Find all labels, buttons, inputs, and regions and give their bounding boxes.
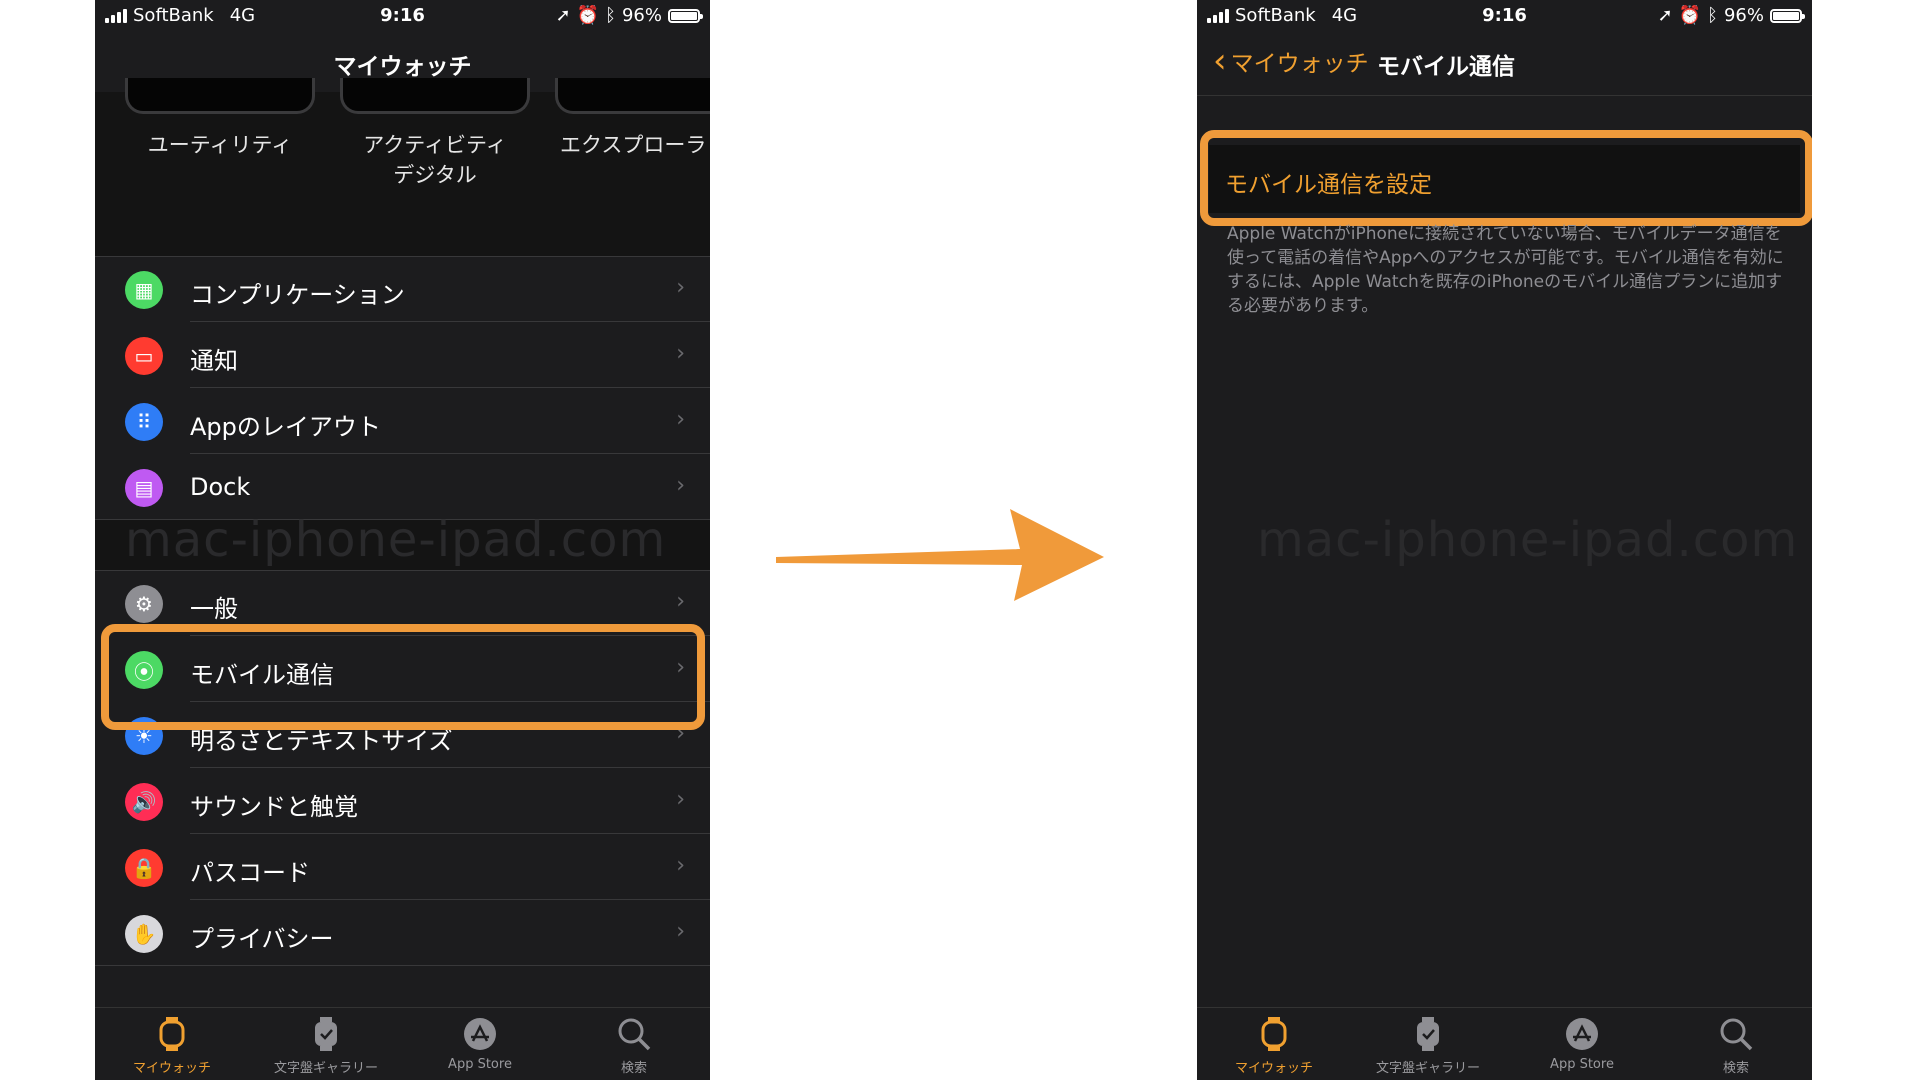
chevron-right-icon: › — [676, 407, 685, 432]
watch-face-thumbnail[interactable] — [555, 78, 710, 114]
status-bar: SoftBank 4G 9:16 ➚ ⏰ ᛒ 96% — [1197, 0, 1812, 30]
watch-icon — [1254, 1014, 1294, 1054]
watermark: mac-iphone-ipad.com — [125, 512, 667, 568]
search-icon — [614, 1014, 654, 1054]
watch-icon — [152, 1014, 192, 1054]
tab-search[interactable]: 検索 — [1661, 1014, 1811, 1076]
menu-row-sounds[interactable]: 🔊 サウンドと触覚 › — [95, 768, 710, 834]
menu-row-dock[interactable]: ▤ Dock › — [95, 454, 710, 520]
chevron-right-icon: › — [676, 341, 685, 366]
bluetooth-icon: ᛒ — [605, 5, 616, 26]
app-store-icon — [460, 1014, 500, 1054]
tab-label: 文字盤ギャラリー — [273, 1061, 378, 1076]
menu-label: Dock — [190, 473, 251, 501]
alarm-icon: ⏰ — [1678, 5, 1702, 26]
tab-bar: マイウォッチ 文字盤ギャラリー App Store 検索 — [95, 1007, 710, 1080]
settings-group-1: ▦ コンプリケーション › ▭ 通知 › ⠿ Appのレイアウト › ▤ Doc… — [95, 256, 710, 520]
menu-label: サウンドと触覚 — [190, 793, 358, 821]
battery-icon — [1770, 8, 1805, 23]
tab-label: マイウォッチ — [1234, 1061, 1313, 1076]
chevron-right-icon: › — [676, 589, 685, 614]
nav-bar: ‹ マイウォッチ モバイル通信 — [1197, 30, 1812, 92]
tab-label: App Store — [1550, 1057, 1614, 1072]
watch-face-gallery-icon — [1408, 1014, 1448, 1054]
menu-row-app-layout[interactable]: ⠿ Appのレイアウト › — [95, 388, 710, 454]
battery-percent: 96% — [621, 5, 662, 26]
group-spacer — [95, 202, 710, 256]
chevron-right-icon: › — [676, 787, 685, 812]
app-store-icon — [1562, 1014, 1602, 1054]
menu-label: パスコード — [190, 859, 310, 887]
app-layout-icon: ⠿ — [125, 403, 163, 441]
right-arrow-icon — [776, 509, 1104, 601]
hand-icon: ✋ — [125, 915, 163, 953]
setup-highlight-box — [1200, 130, 1812, 226]
battery-icon — [668, 8, 703, 23]
battery-percent: 96% — [1723, 5, 1764, 26]
alarm-icon: ⏰ — [576, 5, 600, 26]
watermark: mac-iphone-ipad.com — [1257, 512, 1799, 568]
tab-face-gallery[interactable]: 文字盤ギャラリー — [251, 1014, 401, 1076]
page-title: モバイル通信 — [1377, 54, 1515, 80]
chevron-right-icon: › — [676, 275, 685, 300]
lock-icon: 🔒 — [125, 849, 163, 887]
tab-label: マイウォッチ — [132, 1061, 211, 1076]
chevron-left-icon: ‹ — [1213, 41, 1227, 81]
cellular-highlight-box — [101, 624, 705, 730]
watch-face-strip[interactable]: ユーティリティ アクティビティ デジタル エクスプローラ — [95, 78, 710, 202]
chevron-right-icon: › — [676, 473, 685, 498]
location-icon: ➚ — [555, 5, 571, 26]
search-icon — [1716, 1014, 1756, 1054]
menu-label: 一般 — [190, 595, 238, 623]
tab-label: 検索 — [620, 1061, 647, 1076]
tab-my-watch[interactable]: マイウォッチ — [1199, 1014, 1349, 1076]
sound-icon: 🔊 — [125, 783, 163, 821]
menu-row-passcode[interactable]: 🔒 パスコード › — [95, 834, 710, 900]
tab-my-watch[interactable]: マイウォッチ — [97, 1014, 247, 1076]
tab-app-store[interactable]: App Store — [405, 1014, 555, 1072]
gear-icon: ⚙ — [125, 585, 163, 623]
right-phone-screen: SoftBank 4G 9:16 ➚ ⏰ ᛒ 96% ‹ マイウォッチ モバイル… — [1197, 0, 1812, 1080]
page-title: マイウォッチ — [333, 54, 472, 80]
status-bar: SoftBank 4G 9:16 ➚ ⏰ ᛒ 96% — [95, 0, 710, 30]
menu-label: プライバシー — [190, 925, 334, 953]
complications-icon: ▦ — [125, 271, 163, 309]
left-phone-screen: SoftBank 4G 9:16 ➚ ⏰ ᛒ 96% マイウォッチ ユーティリテ… — [95, 0, 710, 1080]
menu-row-privacy[interactable]: ✋ プライバシー › — [95, 900, 710, 966]
menu-label: コンプリケーション — [190, 281, 405, 309]
back-label: マイウォッチ — [1230, 51, 1369, 77]
watch-face-label[interactable]: エクスプローラ — [550, 130, 710, 160]
location-icon: ➚ — [1657, 5, 1673, 26]
tab-label: 検索 — [1722, 1061, 1749, 1076]
chevron-right-icon: › — [676, 919, 685, 944]
watch-face-label[interactable]: ユーティリティ — [120, 130, 320, 160]
cellular-description: Apple WatchがiPhoneに接続されていない場合、モバイルデータ通信を… — [1227, 224, 1784, 316]
back-button[interactable]: ‹ マイウォッチ — [1213, 44, 1369, 78]
notifications-icon: ▭ — [125, 337, 163, 375]
tab-face-gallery[interactable]: 文字盤ギャラリー — [1353, 1014, 1503, 1076]
chevron-right-icon: › — [676, 853, 685, 878]
tab-label: 文字盤ギャラリー — [1375, 1061, 1480, 1076]
tab-label: App Store — [448, 1057, 512, 1072]
menu-label: 通知 — [190, 347, 238, 375]
menu-label: Appのレイアウト — [190, 413, 381, 441]
watch-face-gallery-icon — [306, 1014, 346, 1054]
bluetooth-icon: ᛒ — [1707, 5, 1718, 26]
menu-row-complications[interactable]: ▦ コンプリケーション › — [95, 256, 710, 322]
tab-app-store[interactable]: App Store — [1507, 1014, 1657, 1072]
menu-row-notifications[interactable]: ▭ 通知 › — [95, 322, 710, 388]
tab-bar: マイウォッチ 文字盤ギャラリー App Store 検索 — [1197, 1007, 1812, 1080]
watch-face-thumbnail[interactable] — [125, 78, 315, 114]
watch-face-label[interactable]: アクティビティ デジタル — [335, 130, 535, 190]
dock-icon: ▤ — [125, 469, 163, 507]
watch-face-thumbnail[interactable] — [340, 78, 530, 114]
tab-search[interactable]: 検索 — [559, 1014, 709, 1076]
